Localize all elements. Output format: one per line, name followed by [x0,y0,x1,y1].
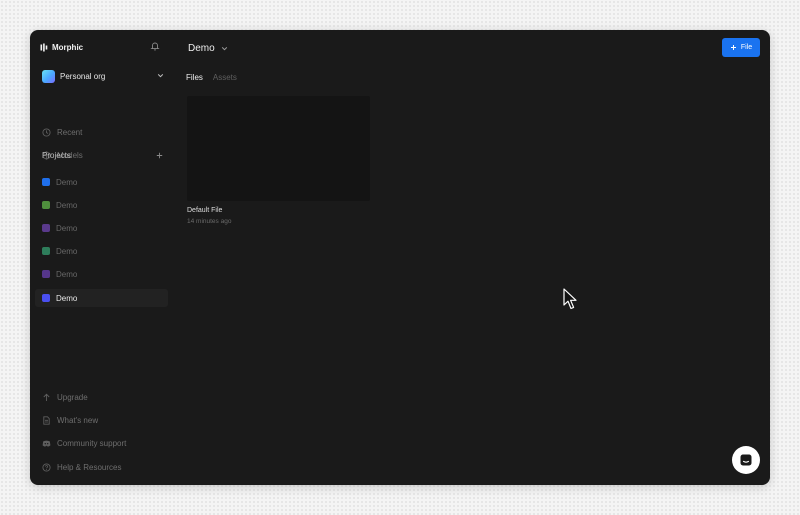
file-thumbnail[interactable] [187,96,370,201]
tab-assets[interactable]: Assets [213,73,237,82]
sidebar-item-project[interactable]: Demo [35,219,168,237]
document-icon [43,415,50,425]
project-color-swatch [42,294,50,302]
project-label: Demo [56,223,78,233]
project-label: Demo [56,293,78,303]
discord-icon [42,440,51,447]
tab-files[interactable]: Files [186,73,203,82]
morphic-logo-icon [40,43,48,51]
file-modified-time: 14 minutes ago [187,218,232,225]
project-color-swatch [42,178,50,186]
sidebar-item-project[interactable]: Demo [35,265,168,283]
file-name[interactable]: Default File [187,207,222,214]
sidebar-item-recent[interactable]: Recent [42,126,82,138]
breadcrumb-project: Demo [188,42,215,54]
org-name: Personal org [60,71,106,81]
sidebar: Morphic Personal org Recent Models Proje… [30,30,173,485]
bell-icon[interactable] [150,41,160,51]
org-avatar [42,69,55,83]
project-color-swatch [42,247,50,255]
brand-name: Morphic [52,42,84,52]
chevron-down-icon[interactable] [157,72,164,79]
main-content: Demo File Files Assets Default File 14 m… [173,30,770,485]
plus-icon [730,45,736,50]
sidebar-item-project-active[interactable]: Demo [35,289,168,307]
chevron-down-icon [221,46,227,50]
chat-support-button[interactable] [732,446,760,474]
new-file-button-label: File [740,44,753,51]
clock-icon [42,127,51,137]
sidebar-item-help[interactable]: Help & Resources [42,461,121,473]
mouse-cursor-icon [563,288,577,310]
breadcrumb[interactable]: Demo [188,42,228,54]
project-label: Demo [56,177,78,187]
tabs: Files Assets [186,73,237,82]
app-window: Morphic Personal org Recent Models Proje… [30,30,770,485]
sidebar-item-project[interactable]: Demo [35,242,168,260]
sidebar-item-whats-new[interactable]: What's new [42,414,98,426]
project-color-swatch [42,201,50,209]
sidebar-item-project[interactable]: Demo [35,196,168,214]
project-label: Demo [56,269,78,279]
add-project-icon[interactable] [156,152,163,159]
sidebar-item-label: Help & Resources [57,462,122,472]
sidebar-item-upgrade[interactable]: Upgrade [42,391,88,403]
project-color-swatch [42,270,50,278]
new-file-button[interactable]: File [722,38,760,57]
sidebar-item-project[interactable]: Demo [35,173,168,191]
org-switcher[interactable]: Personal org [42,69,105,83]
arrow-up-icon [43,393,50,401]
chat-icon [740,454,752,466]
sidebar-item-label: Community support [57,438,127,448]
project-color-swatch [42,224,50,232]
help-circle-icon [42,462,51,472]
sidebar-item-label: What's new [57,415,99,425]
sidebar-item-label: Upgrade [57,392,88,402]
projects-heading: Projects [42,151,71,160]
sidebar-item-community-support[interactable]: Community support [42,437,126,449]
project-label: Demo [56,246,78,256]
brand[interactable]: Morphic [40,41,83,53]
sidebar-item-label: Recent [57,127,83,137]
project-label: Demo [56,200,78,210]
